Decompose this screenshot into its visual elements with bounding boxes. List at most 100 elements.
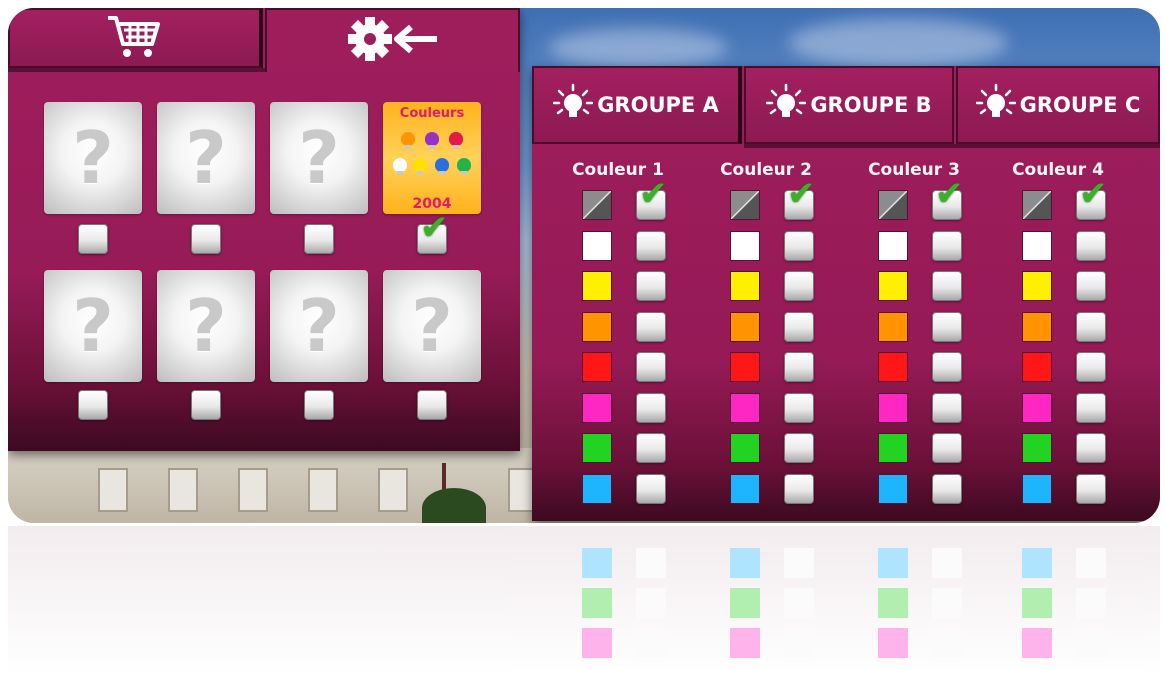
reflection-swatch [1022,628,1052,658]
collection-slot-locked[interactable]: ? [157,102,255,214]
color-swatch [730,231,760,261]
color-swatch [730,393,760,423]
color-swatch [878,433,908,463]
reflection-swatch [1022,588,1052,618]
slot-checkbox[interactable] [191,390,221,420]
color-swatch [878,231,908,261]
color-swatch [730,271,760,301]
collection-panel: ? ? ? Couleurs 2004 ✔ ? ? ? ? [8,8,520,451]
color-checkbox[interactable] [932,231,962,261]
collection-slot-locked[interactable]: ? [44,270,142,382]
color-checkbox[interactable] [636,312,666,342]
color-checkbox[interactable] [1076,393,1106,423]
slot-checkbox[interactable] [191,224,221,254]
color-swatch [878,474,908,504]
color-swatch [582,231,612,261]
color-swatch [878,312,908,342]
color-swatch-none [582,190,612,220]
color-checkbox[interactable] [932,352,962,382]
collection-slot-locked[interactable]: ? [270,270,368,382]
color-checkbox[interactable]: ✔ [932,177,964,220]
sky-cloud [788,18,1008,68]
color-checkbox[interactable] [784,271,814,301]
collection-slot-locked[interactable]: ? [383,270,481,382]
gear-back-arrow-icon [345,14,441,68]
tab-groupe-c[interactable]: GROUPE C [956,66,1160,144]
reflection-swatch [582,628,612,658]
color-swatch [1022,474,1052,504]
collection-slot-couleurs[interactable]: Couleurs 2004 [383,102,481,214]
color-swatch-none [1022,190,1052,220]
tab-label: GROUPE B [810,93,932,117]
reflection-checkbox [636,588,666,618]
color-checkbox[interactable] [636,271,666,301]
color-checkbox[interactable] [784,231,814,261]
color-checkbox[interactable] [1076,433,1106,463]
building-window [308,468,338,512]
color-checkbox[interactable] [784,393,814,423]
building-window [168,468,198,512]
color-swatch [878,352,908,382]
color-swatch [878,271,908,301]
bulb-icon [449,132,463,149]
color-checkbox[interactable] [636,393,666,423]
color-checkbox[interactable]: ✔ [1076,177,1108,220]
color-checkbox[interactable]: ✔ [636,177,668,220]
question-mark: ? [72,116,114,200]
color-checkbox[interactable]: ✔ [784,177,816,220]
color-checkbox[interactable] [1076,352,1106,382]
tab-label: GROUPE A [597,93,719,117]
color-checkbox[interactable] [1076,271,1106,301]
color-checkbox[interactable] [636,352,666,382]
color-swatch-none [730,190,760,220]
tab-divider [8,68,265,72]
color-checkbox[interactable] [636,231,666,261]
slot-checkbox[interactable]: ✔ [417,211,449,254]
tab-groupe-a[interactable]: GROUPE A [532,66,742,144]
question-mark: ? [411,284,453,368]
tab-divider [744,144,1160,148]
collection-slot-locked[interactable]: ? [44,102,142,214]
color-checkbox[interactable] [1076,231,1106,261]
bulb-icon [435,158,449,175]
collection-slot-locked[interactable]: ? [157,270,255,382]
color-checkbox[interactable] [932,393,962,423]
lightbulb-icon [552,83,594,127]
color-checkbox[interactable] [784,474,814,504]
color-checkbox[interactable] [932,474,962,504]
color-checkbox[interactable] [784,433,814,463]
reflection-swatch [582,548,612,578]
tab-groupe-b[interactable]: GROUPE B [744,66,954,144]
color-checkbox[interactable] [636,474,666,504]
slot-checkbox[interactable] [78,224,108,254]
color-checkbox[interactable] [932,312,962,342]
color-checkbox[interactable] [784,352,814,382]
lightbulb-icon [766,83,807,127]
slot-checkbox[interactable] [78,390,108,420]
color-swatch [730,433,760,463]
slot-checkbox[interactable] [304,224,334,254]
reflection-swatch [878,548,908,578]
question-mark: ? [72,284,114,368]
reflection-swatch [730,628,760,658]
color-checkbox[interactable] [784,312,814,342]
color-swatch [1022,352,1052,382]
color-swatch [878,393,908,423]
building-window [238,468,268,512]
collection-slot-locked[interactable]: ? [270,102,368,214]
color-swatch [1022,433,1052,463]
color-checkbox[interactable] [932,271,962,301]
building-window [98,468,128,512]
slot-checkbox[interactable] [417,390,447,420]
color-swatch [582,312,612,342]
reflection-checkbox [784,548,814,578]
reflection-checkbox [636,628,666,658]
color-checkbox[interactable] [1076,474,1106,504]
color-checkbox[interactable] [932,433,962,463]
tab-shop[interactable] [8,8,263,68]
slot-checkbox[interactable] [304,390,334,420]
color-checkbox[interactable] [1076,312,1106,342]
color-checkbox[interactable] [636,433,666,463]
reflection-swatch [730,548,760,578]
tab-settings[interactable] [265,8,520,72]
